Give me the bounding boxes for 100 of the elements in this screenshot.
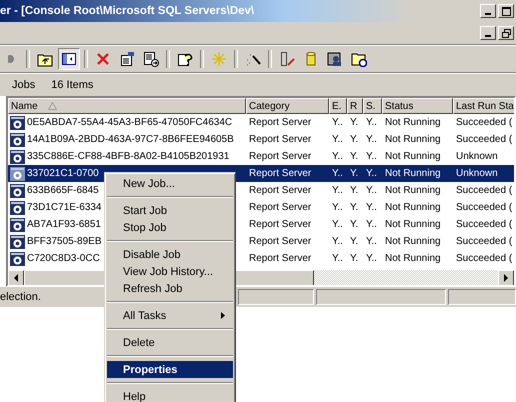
- table-cell: Not Running: [385, 134, 441, 145]
- table-cell: Not Running: [385, 253, 441, 264]
- table-cell: Succeeded (: [456, 253, 512, 264]
- table-cell: Succeeded (: [456, 117, 512, 128]
- column-header[interactable]: Status: [382, 98, 453, 114]
- panel-icon: [61, 51, 77, 67]
- left-arrow-icon: [13, 274, 19, 282]
- table-cell: Y.: [350, 185, 358, 196]
- menu-item[interactable]: Start Job: [107, 202, 233, 219]
- table-cell: Report Server: [249, 219, 312, 230]
- maximize-button[interactable]: [498, 4, 514, 18]
- menu-item[interactable]: Disable Job: [107, 246, 233, 263]
- table-cell: Y..: [366, 185, 377, 196]
- table-cell: Y..: [332, 151, 343, 162]
- menu-item[interactable]: Delete: [107, 334, 233, 351]
- table-cell: Succeeded (: [456, 219, 512, 230]
- minimize-button[interactable]: [480, 26, 496, 40]
- item-count: 16 Items: [51, 79, 94, 91]
- table-cell: Y..: [332, 253, 343, 264]
- menu-item[interactable]: Properties: [107, 361, 233, 378]
- table-cell: Y.: [350, 253, 358, 264]
- minimize-button[interactable]: [480, 4, 496, 18]
- table-cell[interactable]: C720C8D3-0CC: [27, 253, 100, 264]
- menu-item[interactable]: All Tasks: [107, 307, 233, 324]
- table-cell: Y..: [366, 219, 377, 230]
- table-cell: Not Running: [385, 151, 441, 162]
- table-cell[interactable]: 14A1B09A-2BDD-463A-97C7-8B6FEE94605B: [27, 134, 234, 145]
- right-arrow-icon: [503, 274, 509, 282]
- column-header[interactable]: Name: [8, 98, 246, 114]
- table-cell: Y..: [366, 236, 377, 247]
- delete-icon: [95, 51, 111, 67]
- table-cell: Succeeded (: [456, 202, 512, 213]
- table-cell: Report Server: [249, 253, 312, 264]
- table-cell: Succeeded (: [456, 236, 512, 247]
- table-cell: Report Server: [249, 185, 312, 196]
- restore-icon: [502, 28, 510, 38]
- job-icon: [10, 150, 25, 164]
- table-cell: Y..: [332, 117, 343, 128]
- table-cell: Unknown: [456, 151, 498, 162]
- job-icon: [10, 218, 25, 232]
- job-icon: [10, 252, 25, 266]
- table-cell: Y..: [366, 202, 377, 213]
- table-cell: Y..: [332, 168, 343, 179]
- table-cell: Report Server: [249, 151, 312, 162]
- menu-item[interactable]: Help: [107, 388, 233, 402]
- table-cell: Y.: [350, 117, 358, 128]
- menu-item[interactable]: Refresh Job: [107, 280, 233, 297]
- job-icon: [10, 234, 25, 248]
- menu-item[interactable]: New Job...: [107, 175, 233, 192]
- job-icon: [10, 200, 25, 214]
- status-text: election.: [0, 290, 42, 305]
- table-cell: Not Running: [385, 117, 441, 128]
- table-cell: Not Running: [385, 168, 441, 179]
- table-cell[interactable]: AB7A1F93-6851: [27, 219, 101, 230]
- table-cell: Y.: [350, 134, 358, 145]
- table-cell: Report Server: [249, 236, 312, 247]
- help-icon: [177, 51, 193, 67]
- table-cell: Y..: [332, 219, 343, 230]
- menu-item[interactable]: View Job History...: [107, 263, 233, 280]
- column-header[interactable]: E.: [329, 98, 347, 114]
- job-icon: [10, 116, 25, 130]
- table-cell: Succeeded (: [456, 185, 512, 196]
- tree-button[interactable]: [58, 48, 80, 70]
- table-cell: Y..: [366, 253, 377, 264]
- menu-item[interactable]: Stop Job: [107, 219, 233, 236]
- table-cell: Not Running: [385, 185, 441, 196]
- job-icon: [10, 132, 25, 146]
- table-cell: Y.: [350, 236, 358, 247]
- table-cell[interactable]: 73D1C71E-6334: [27, 202, 102, 213]
- table-cell: Y..: [332, 202, 343, 213]
- table-cell: Report Server: [249, 202, 312, 213]
- table-cell: Y..: [366, 151, 377, 162]
- table-cell: Y..: [332, 185, 343, 196]
- job-icon: [10, 184, 25, 198]
- folder-clock-icon: [351, 51, 367, 67]
- star-icon: [211, 51, 227, 67]
- job-icon: [10, 166, 25, 180]
- table-cell[interactable]: BFF37505-89EB: [27, 236, 102, 247]
- export-icon: [143, 51, 159, 67]
- table-cell: Report Server: [249, 117, 312, 128]
- column-header[interactable]: Category: [246, 98, 329, 114]
- window-title: er - [Console Root\Microsoft SQL Servers\Dev\: [0, 5, 254, 17]
- table-cell[interactable]: 633B665F-6845: [27, 185, 99, 196]
- table-cell[interactable]: 0E5ABDA7-55A4-45A3-BF65-47050FC4634C: [27, 117, 232, 128]
- table-cell: Y.: [350, 202, 358, 213]
- restore-button[interactable]: [498, 26, 514, 40]
- table-cell: Y..: [332, 134, 343, 145]
- pencil-icon: [279, 51, 295, 67]
- table-cell: Y..: [366, 134, 377, 145]
- table-cell: Not Running: [385, 236, 441, 247]
- pane-title: Jobs: [12, 79, 36, 91]
- table-cell: Y.: [350, 219, 358, 230]
- table-cell: Y.: [350, 168, 358, 179]
- table-cell: Y..: [366, 168, 377, 179]
- column-header[interactable]: S.: [363, 98, 382, 114]
- column-header[interactable]: Last Run Sta: [453, 98, 514, 114]
- properties-icon: [119, 51, 135, 67]
- column-header[interactable]: R: [347, 98, 363, 114]
- table-cell[interactable]: 337021C1-0700: [27, 168, 99, 179]
- table-cell[interactable]: 335C886E-CF88-4BFB-8A02-B4105B201931: [27, 151, 230, 162]
